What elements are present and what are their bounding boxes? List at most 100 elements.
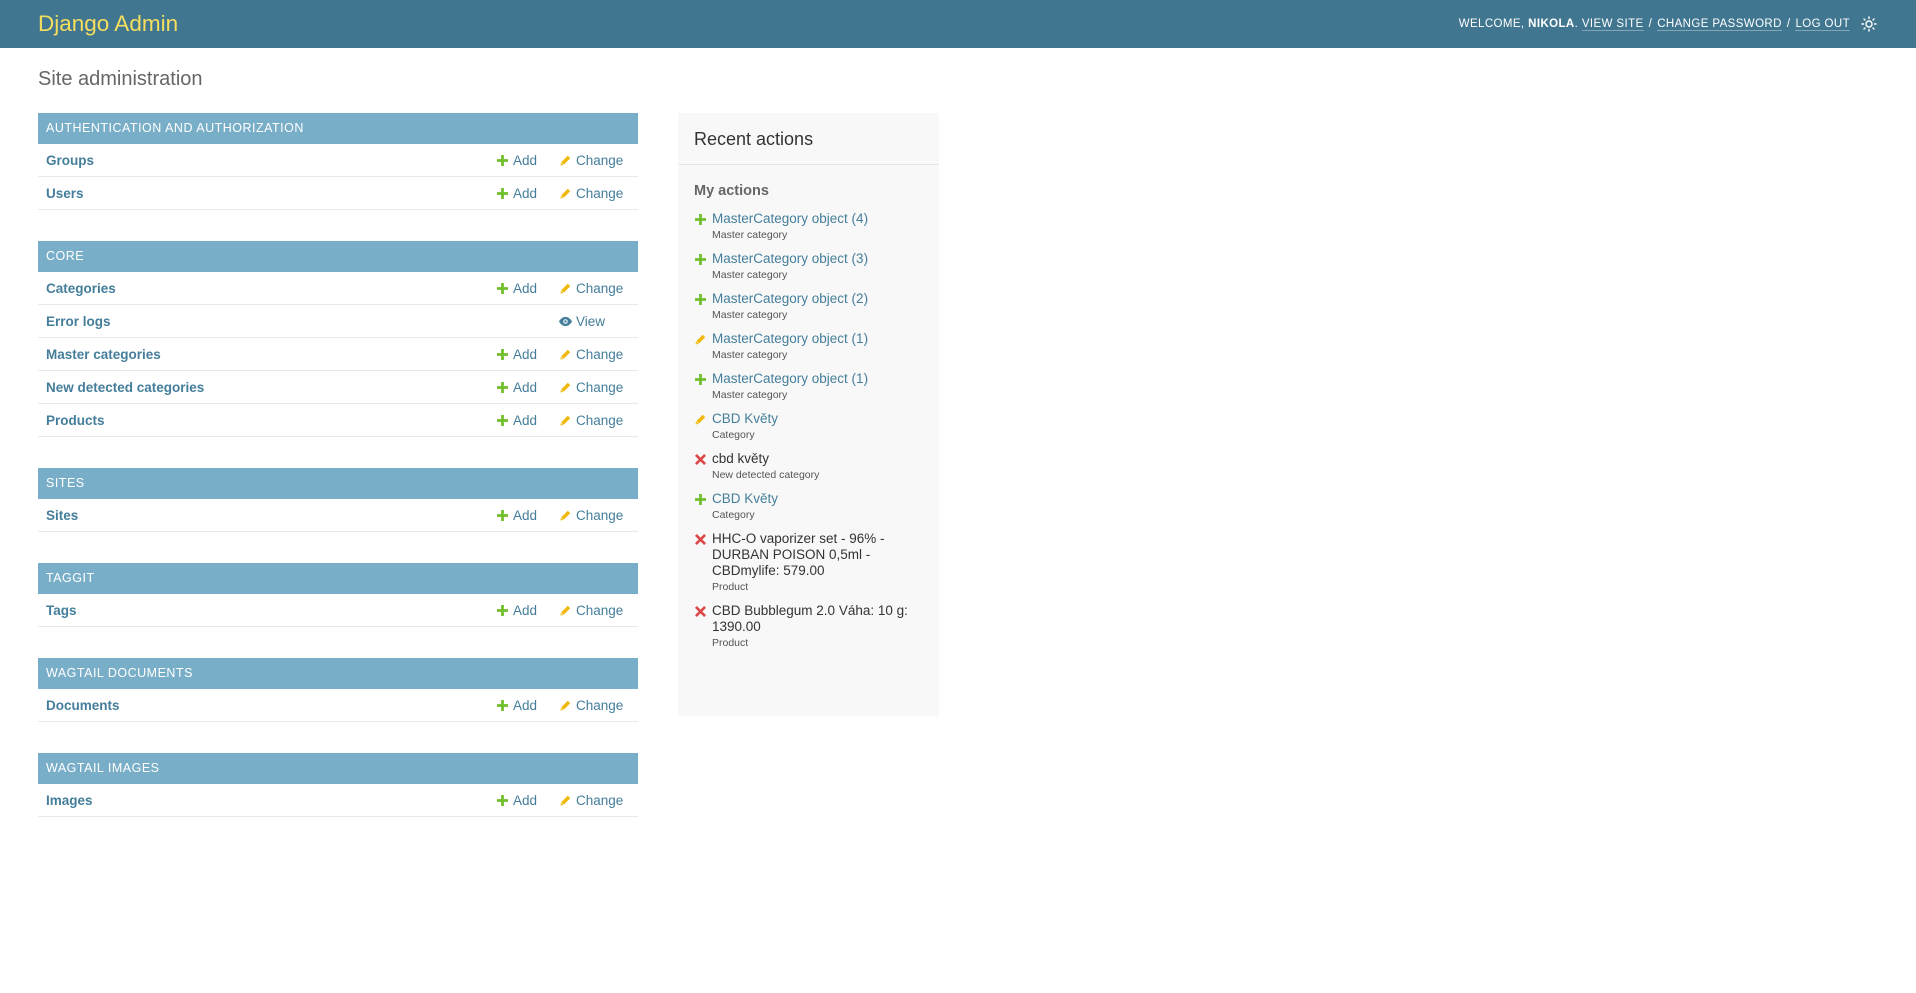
plus-icon [495,281,509,295]
model-row: Images Add Change [38,784,638,817]
app-module: Authentication and Authorization Groups Ad… [38,113,638,210]
add-link[interactable]: Add [495,698,537,713]
recent-action-type: Category [712,429,755,441]
pencil-icon [558,793,572,807]
change-label: Change [576,697,624,713]
plus-icon [495,380,509,394]
change-link[interactable]: Change [558,793,623,808]
plus-icon [495,793,509,807]
change-password-link[interactable]: Change password [1657,18,1782,31]
model-row: Master categories Add Change [38,338,638,371]
recent-action-object[interactable]: CBD Květy [712,491,923,507]
view-site-link[interactable]: View site [1581,18,1644,31]
plus-icon [495,413,509,427]
add-label: Add [513,379,538,395]
model-link[interactable]: Users [46,186,84,201]
add-link[interactable]: Add [495,508,537,523]
x-icon [694,533,706,545]
module-caption[interactable]: Wagtail Images [38,753,638,784]
brand-title[interactable]: Django Admin [38,11,178,37]
add-label: Add [513,346,538,362]
module-caption[interactable]: Core [38,241,638,272]
model-link[interactable]: Error logs [46,314,111,329]
pencil-icon [558,281,572,295]
model-link[interactable]: Documents [46,698,120,713]
model-link[interactable]: Products [46,413,105,428]
add-link[interactable]: Add [495,793,537,808]
view-link[interactable]: View [558,314,605,329]
model-link[interactable]: Categories [46,281,116,296]
add-link[interactable]: Add [495,380,537,395]
add-label: Add [513,280,538,296]
recent-action-item: MasterCategory object (2) Master category [694,291,923,321]
app-module: Wagtail Images Images Add Change [38,753,638,817]
recent-action-object[interactable]: MasterCategory object (1) [712,331,923,347]
module-caption[interactable]: Wagtail Documents [38,658,638,689]
pencil-icon [694,413,706,425]
add-link[interactable]: Add [495,347,537,362]
app-module: Sites Sites Add Change [38,468,638,532]
model-row: Documents Add Change [38,689,638,722]
eye-icon [558,314,572,328]
plus-icon [495,603,509,617]
recent-action-object[interactable]: MasterCategory object (1) [712,371,923,387]
pencil-icon [694,333,706,345]
change-label: Change [576,152,624,168]
change-label: Change [576,792,624,808]
model-link[interactable]: Groups [46,153,94,168]
recent-action-item: MasterCategory object (3) Master category [694,251,923,281]
change-link[interactable]: Change [558,508,623,523]
add-link[interactable]: Add [495,413,537,428]
pencil-icon [558,508,572,522]
plus-icon [495,186,509,200]
change-link[interactable]: Change [558,347,623,362]
recent-action-item: CBD Květy Category [694,491,923,521]
add-label: Add [513,412,538,428]
model-row: Categories Add Change [38,272,638,305]
add-link[interactable]: Add [495,186,537,201]
app-module: Core Categories Add Change Error logs View Mas… [38,241,638,437]
add-label: Add [513,185,538,201]
recent-action-object[interactable]: MasterCategory object (2) [712,291,923,307]
recent-action-object[interactable]: CBD Květy [712,411,923,427]
recent-action-item: cbd květy New detected category [694,451,923,481]
change-link[interactable]: Change [558,281,623,296]
change-label: Change [576,379,624,395]
add-link[interactable]: Add [495,153,537,168]
module-caption[interactable]: Sites [38,468,638,499]
change-link[interactable]: Change [558,698,623,713]
model-row: Error logs View [38,305,638,338]
model-link[interactable]: Master categories [46,347,161,362]
add-label: Add [513,602,538,618]
change-link[interactable]: Change [558,380,623,395]
username: Nikola [1528,18,1575,30]
add-link[interactable]: Add [495,603,537,618]
change-link[interactable]: Change [558,603,623,618]
add-label: Add [513,697,538,713]
plus-icon [694,253,706,265]
add-label: Add [513,152,538,168]
model-link[interactable]: Tags [46,603,77,618]
pencil-icon [558,153,572,167]
welcome-text: Welcome, Nikola. [1458,18,1582,30]
sun-icon[interactable] [1860,15,1878,33]
module-caption[interactable]: Taggit [38,563,638,594]
plus-icon [694,213,706,225]
recent-action-object[interactable]: MasterCategory object (3) [712,251,923,267]
model-row: Tags Add Change [38,594,638,627]
add-link[interactable]: Add [495,281,537,296]
change-link[interactable]: Change [558,153,623,168]
model-link[interactable]: New detected categories [46,380,204,395]
log-out-link[interactable]: Log out [1795,18,1850,31]
recent-action-object[interactable]: MasterCategory object (4) [712,211,923,227]
model-link[interactable]: Images [46,793,93,808]
page-title: Site administration [38,68,203,90]
plus-icon [495,153,509,167]
model-link[interactable]: Sites [46,508,78,523]
change-link[interactable]: Change [558,186,623,201]
separator: / [1648,18,1653,30]
header: Django Admin Welcome, Nikola. View site … [0,0,1916,48]
change-link[interactable]: Change [558,413,623,428]
module-caption[interactable]: Authentication and Authorization [38,113,638,144]
change-label: Change [576,346,624,362]
